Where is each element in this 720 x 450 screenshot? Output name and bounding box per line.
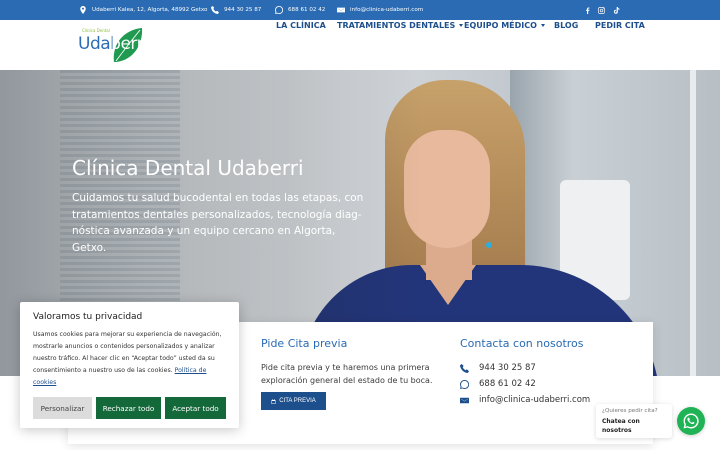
topbar-address[interactable]: Udaberri Kalea, 12, Algorta, 48992 Getxo	[79, 0, 207, 20]
nav-pedir-cita[interactable]: PEDIR CITA	[595, 0, 645, 50]
contacto-email[interactable]: info@clinica-udaberri.com	[460, 394, 590, 406]
cookie-customize-button[interactable]: Personalizar	[33, 397, 92, 419]
whatsapp-chat-button[interactable]	[677, 407, 705, 435]
phone-icon	[211, 6, 219, 14]
cita-previa-button[interactable]: CITA PREVIA	[261, 392, 326, 410]
chat-bubble[interactable]: ¿Quieres pedir cita? Chatea con nosotros	[596, 404, 672, 438]
chevron-down-icon	[459, 23, 464, 27]
nav-tratamientos-label: TRATAMIENTOS DENTALES	[337, 20, 456, 30]
nav-la-clinica[interactable]: LA CLÍNICA	[276, 0, 326, 50]
contacto-whatsapp-text: 688 61 02 42	[479, 379, 536, 389]
nav-tratamientos[interactable]: TRATAMIENTOS DENTALES	[337, 0, 464, 50]
calendar-icon	[271, 398, 276, 404]
contacto-phone-text: 944 30 25 87	[479, 363, 536, 373]
hero-person-earring	[486, 242, 492, 248]
topbar-phone[interactable]: 944 30 25 87	[211, 0, 261, 20]
logo-name: Udaberri	[78, 34, 148, 54]
location-pin-icon	[80, 6, 86, 14]
cookie-consent-panel: Valoramos tu privacidad Usamos cookies p…	[20, 302, 239, 428]
hero-title: Clínica Dental Udaberri	[72, 156, 304, 180]
cookie-reject-button[interactable]: Rechazar todo	[96, 397, 161, 419]
whatsapp-icon	[683, 413, 699, 429]
envelope-icon	[460, 397, 469, 403]
facebook-icon	[586, 6, 590, 14]
nav-blog[interactable]: BLOG	[554, 0, 578, 50]
nav-blog-label: BLOG	[554, 20, 579, 30]
nav-equipo-medico-label: EQUIPO MÉDICO	[464, 20, 537, 30]
cookie-text: Usamos cookies para mejorar su experienc…	[33, 329, 229, 389]
cookie-accept-button[interactable]: Aceptar todo	[165, 397, 226, 419]
contacto-phone[interactable]: 944 30 25 87	[460, 362, 536, 374]
phone-icon	[460, 363, 469, 373]
hero-description: Cuidamos tu salud bucodental en todas la…	[72, 192, 364, 254]
nav-equipo-medico[interactable]: EQUIPO MÉDICO	[464, 0, 545, 50]
chevron-down-icon	[540, 23, 545, 27]
whatsapp-icon	[460, 379, 469, 389]
contacto-email-text: info@clinica-udaberri.com	[479, 395, 591, 405]
nav-pedir-cita-label: PEDIR CITA	[595, 20, 645, 30]
nav-la-clinica-label: LA CLÍNICA	[276, 20, 326, 30]
topbar-address-text: Udaberri Kalea, 12, Algorta, 48992 Getxo	[92, 7, 208, 13]
hero-background-frame	[690, 70, 696, 376]
cookie-title: Valoramos tu privacidad	[33, 312, 143, 322]
logo-name-text: Udaberri	[78, 34, 148, 54]
contacto-title: Contacta con nosotros	[460, 337, 584, 350]
cita-title: Pide Cita previa	[261, 337, 348, 350]
contacto-whatsapp[interactable]: 688 61 02 42	[460, 378, 536, 390]
site-logo[interactable]: Clínica Dental Udaberri	[78, 26, 148, 66]
topbar-phone-text: 944 30 25 87	[224, 7, 262, 13]
chat-cta: Chatea con nosotros	[602, 418, 640, 434]
facebook-link[interactable]	[584, 0, 591, 20]
cita-text: Pide cita previa y te haremos una primer…	[261, 363, 433, 385]
hero-person-vneck	[420, 265, 476, 305]
logo-subtitle: Clínica Dental	[82, 28, 110, 33]
cita-previa-button-label: CITA PREVIA	[279, 398, 316, 404]
chat-question: ¿Quieres pedir cita?	[602, 408, 658, 414]
